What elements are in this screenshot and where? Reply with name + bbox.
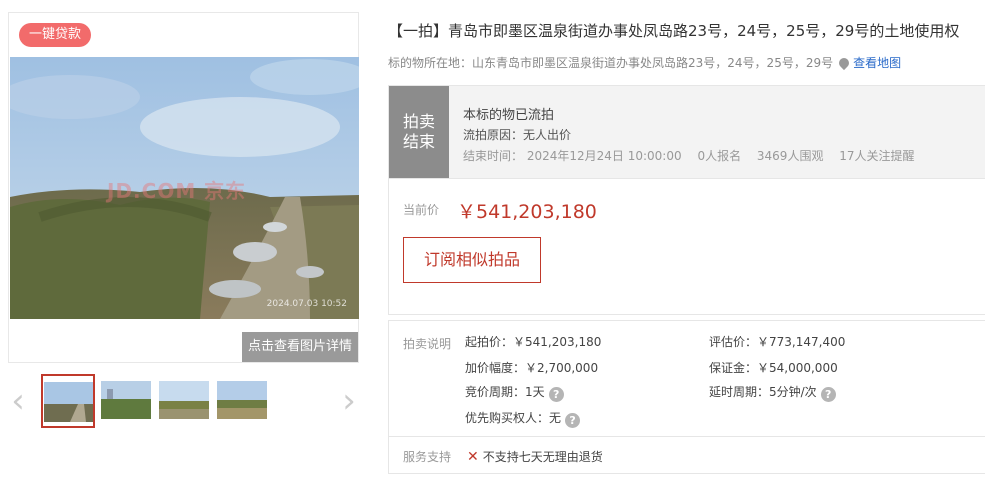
next-thumbnail-arrow-icon[interactable]: › [339, 384, 359, 418]
image-gallery: 一键贷款 JD.COM 京东 2024.07.03 10:52 点击查看图片详情 [8, 12, 359, 363]
priority-buyer-row: 优先购买权人：无? [465, 409, 581, 428]
status-reason: 流拍原因：无人出价 [463, 128, 572, 142]
current-price-label: 当前价 [403, 203, 440, 217]
auction-title: 【一拍】青岛市即墨区温泉街道办事处凤岛路23号，24号，25号，29号的土地使用… [388, 22, 960, 40]
start-price: 起拍价：￥541,203,180 [465, 335, 602, 349]
thumbnail-image [217, 381, 267, 419]
auction-ended-tag: 拍卖 结束 [389, 86, 449, 178]
location-label: 标的物所在地： [388, 56, 473, 70]
price-panel: 当前价 ￥541,203,180 订阅相似拍品 [388, 179, 985, 315]
subscribe-similar-button[interactable]: 订阅相似拍品 [403, 237, 541, 283]
view-count: 3469人围观 [756, 149, 824, 163]
thumbnail-1[interactable] [41, 374, 95, 428]
thumbnail-image [44, 382, 93, 422]
view-map-link[interactable]: 查看地图 [853, 56, 901, 70]
photo-timestamp: 2024.07.03 10:52 [266, 299, 347, 309]
bid-increment: 加价幅度：￥2,700,000 [465, 361, 599, 375]
help-icon[interactable]: ? [820, 387, 836, 402]
help-icon[interactable]: ? [548, 387, 564, 402]
service-panel: 服务支持 ✕ 不支持七天无理由退货 [388, 436, 985, 474]
prev-thumbnail-arrow-icon[interactable]: ‹ [8, 384, 28, 418]
signup-count: 0人报名 [697, 149, 742, 163]
help-icon[interactable]: ? [565, 413, 581, 428]
status-stats: 结束时间： 2024年12月24日 10:00:00 0人报名 3469人围观 … [463, 147, 927, 164]
status-tag-line1: 拍卖 [402, 112, 435, 131]
location-address: 山东青岛市即墨区温泉街道办事处凤岛路23号，24号，25号，29号 [472, 56, 834, 70]
thumbnail-strip: ‹ › [8, 374, 359, 430]
service-item-label: 不支持七天无理由退货 [482, 450, 603, 464]
extension-period-row: 延时周期：5分钟/次? [709, 383, 836, 402]
status-tag-line2: 结束 [402, 132, 435, 151]
follower-count: 17人关注提醒 [839, 149, 915, 163]
auction-info-panel: 拍卖说明 起拍价：￥541,203,180 评估价：￥773,147,400 加… [388, 320, 985, 436]
close-icon: ✕ [467, 449, 479, 465]
no-return-service: ✕ 不支持七天无理由退货 [467, 448, 603, 465]
photo-watermark: JD.COM 京东 [107, 179, 247, 203]
auction-info-title: 拍卖说明 [403, 337, 452, 351]
bid-period-row: 竞价周期：1天? [465, 383, 564, 402]
extension-period: 延时周期：5分钟/次 [709, 385, 817, 399]
priority-buyer: 优先购买权人：无 [465, 411, 562, 425]
auction-status-panel: 拍卖 结束 本标的物已流拍 流拍原因：无人出价 结束时间： 2024年12月24… [388, 85, 985, 179]
view-image-details-button[interactable]: 点击查看图片详情 [242, 332, 358, 362]
thumbnail-image [101, 381, 151, 419]
appraisal-price: 评估价：￥773,147,400 [709, 335, 846, 349]
bid-period: 竞价周期：1天 [465, 385, 545, 399]
main-photo[interactable]: JD.COM 京东 2024.07.03 10:52 [10, 57, 359, 319]
deposit: 保证金：￥54,000,000 [709, 361, 838, 375]
status-headline: 本标的物已流拍 [463, 108, 555, 123]
service-title: 服务支持 [403, 450, 452, 464]
map-pin-icon [837, 55, 852, 71]
thumbnail-3[interactable] [159, 381, 209, 419]
current-price-value: ￥541,203,180 [457, 201, 597, 223]
end-time: 结束时间： 2024年12月24日 10:00:00 [463, 149, 682, 163]
loan-badge[interactable]: 一键贷款 [19, 23, 92, 47]
thumbnail-2[interactable] [101, 381, 151, 419]
thumbnail-image [159, 381, 209, 419]
item-location: 标的物所在地：山东青岛市即墨区温泉街道办事处凤岛路23号，24号，25号，29号… [388, 54, 901, 71]
thumbnail-4[interactable] [217, 381, 267, 419]
